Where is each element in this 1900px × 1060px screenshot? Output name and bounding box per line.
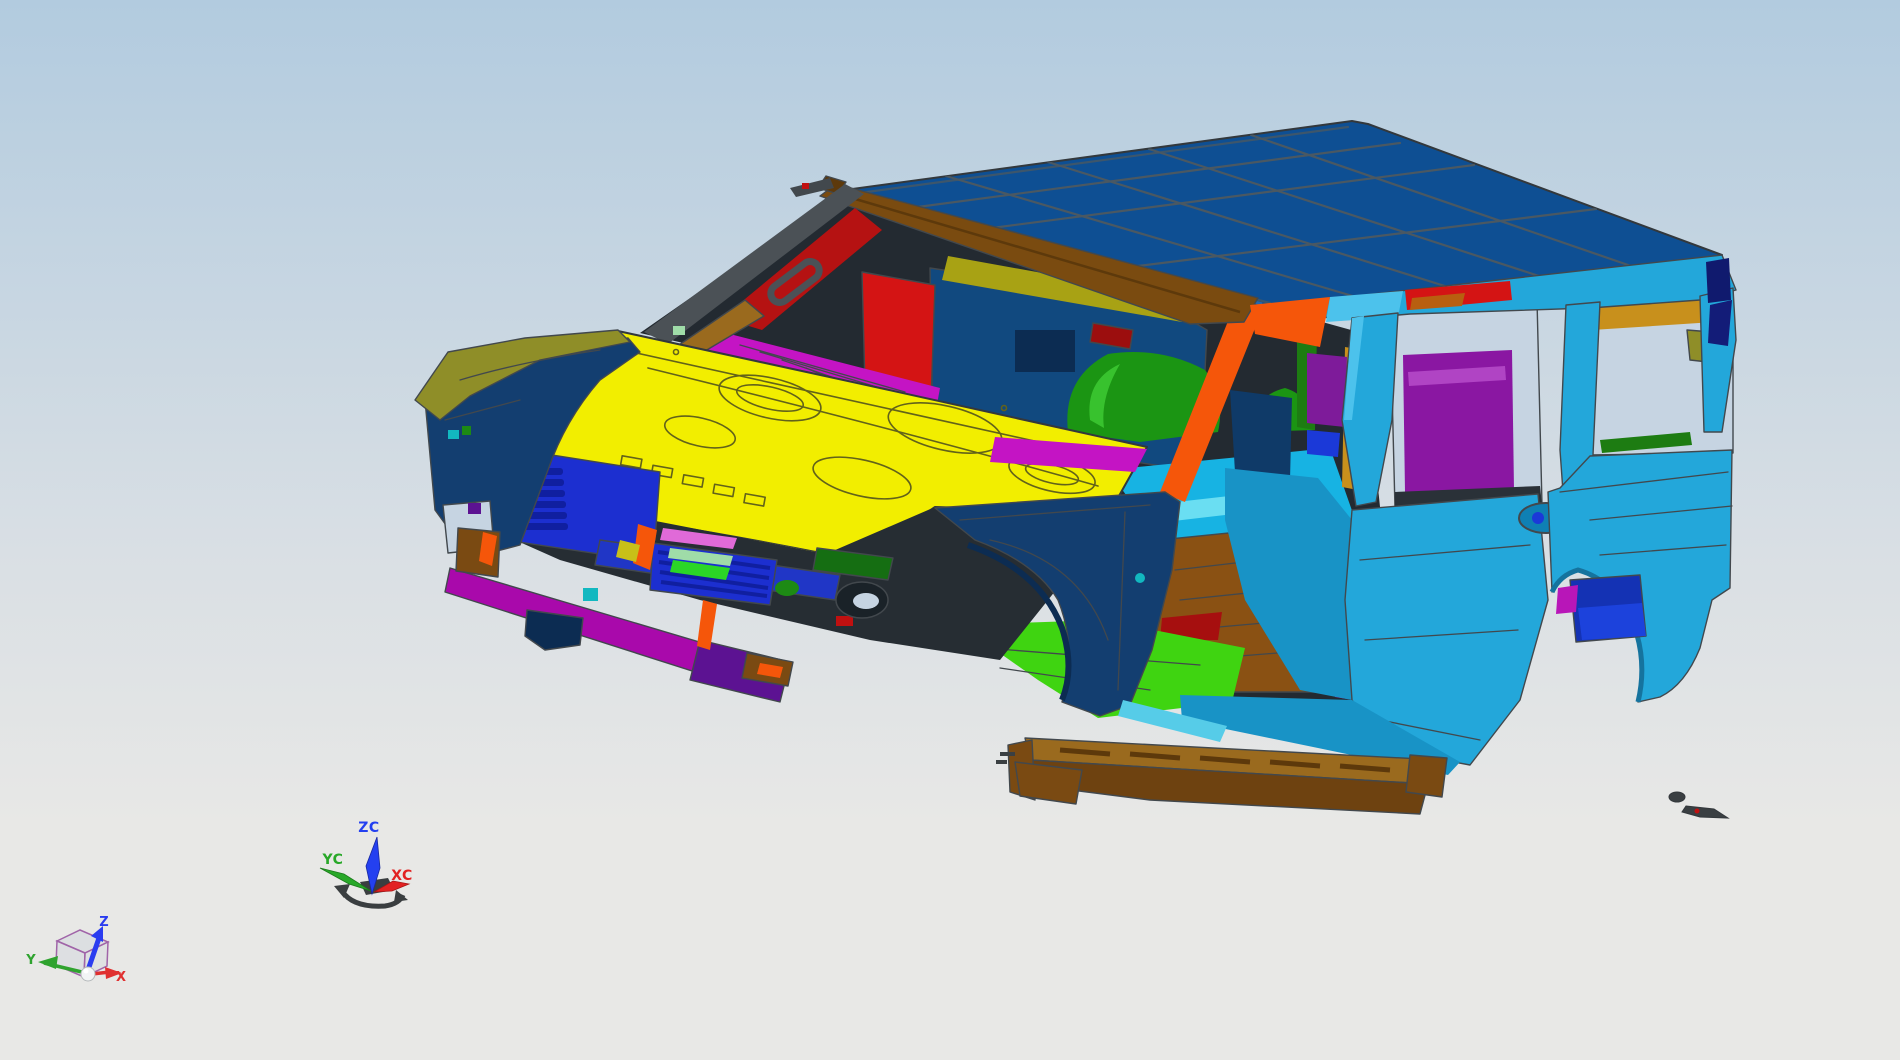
cad-3d-viewport[interactable]: ZC YC XC Z Y X [0,0,1900,1060]
view-x-label: X [116,970,126,985]
car-body-model[interactable] [414,120,1737,819]
fender-teal-dot [1135,573,1145,583]
left-teal-chip [448,430,459,439]
view-origin-sphere [80,966,96,982]
wcs-yc-label: YC [322,852,344,868]
rear-door-window[interactable] [1389,299,1543,510]
sill-pin-1 [1000,752,1015,756]
view-y-arrowhead [38,956,58,969]
wcs-triad[interactable]: ZC YC XC [319,820,413,909]
red-chip [836,616,853,626]
fascia-opening-through [853,593,879,609]
debris-blob[interactable] [1668,791,1686,803]
sill-pin-2 [996,760,1007,764]
wcs-xc-label: XC [391,868,413,884]
orange-bar-1[interactable] [697,600,717,650]
view-y-label: Y [25,953,36,968]
left-green-chip [462,426,471,435]
arch-magenta-sliver [1556,585,1578,614]
d-pillar-glass-lower [1708,300,1732,346]
view-triad: Z Y X [25,915,126,985]
wcs-zc-label: ZC [358,820,379,836]
pillar-mint-chip [673,326,685,335]
view-origin-sheen [83,968,89,974]
fender-bottom-bracket [1014,761,1083,805]
door-lock-glyph [1532,512,1544,524]
view-z-label: Z [99,915,108,930]
wcs-rotate-arrowhead-2 [394,890,408,902]
teal-chip [583,588,598,601]
d-pillar-glass-upper [1706,258,1731,303]
running-board-right-box [1405,754,1448,798]
door-inner-navy [1230,390,1292,480]
door-purple-trim[interactable] [1307,353,1347,427]
dash-box [1015,330,1075,372]
green-grommet [775,580,799,596]
debris-red-dot [1694,808,1700,814]
cad-scene: ZC YC XC Z Y X [25,120,1737,985]
left-purple-chip [468,503,481,514]
debris-sliver[interactable] [1681,805,1730,819]
rear-arch-bracket-face [1578,603,1646,640]
rail-stub-red-chip [802,183,809,189]
door-blue-box[interactable] [1307,430,1340,457]
floating-debris[interactable] [1668,791,1730,819]
